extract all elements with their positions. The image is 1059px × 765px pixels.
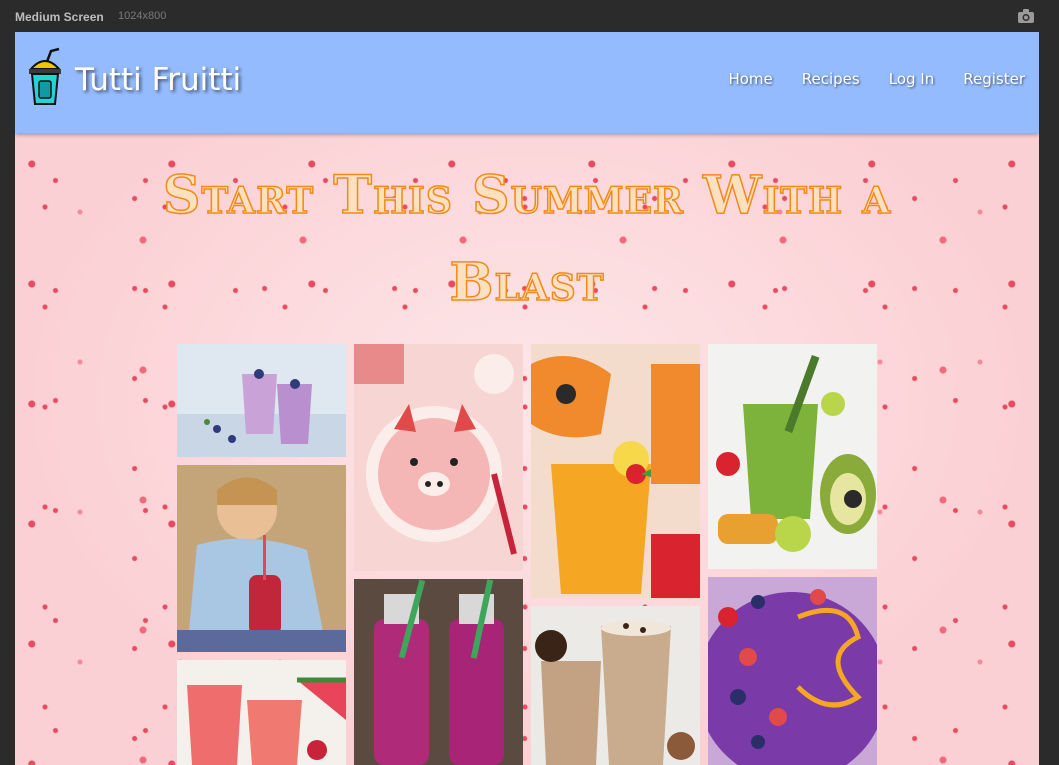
site-viewport: Tutti Fruitti Home Recipes Log In Regist… <box>15 32 1039 765</box>
nav-recipes-link[interactable]: Recipes <box>802 70 860 88</box>
gallery-image-watermelon-smoothie[interactable] <box>177 660 346 765</box>
gallery-image-green-smoothie[interactable] <box>708 344 877 569</box>
gallery-image-coffee-smoothie[interactable] <box>531 606 700 765</box>
nav-login-link[interactable]: Log In <box>889 70 935 88</box>
smoothie-cup-icon[interactable] <box>27 47 63 107</box>
nav-register-link[interactable]: Register <box>963 70 1025 88</box>
screen-size-label: Medium Screen <box>15 10 104 24</box>
site-navbar: Tutti Fruitti Home Recipes Log In Regist… <box>15 32 1039 133</box>
gallery-image-berry-bottles[interactable] <box>354 579 523 765</box>
main-navigation: Home Recipes Log In Register <box>728 70 1025 88</box>
nav-home-link[interactable]: Home <box>728 70 772 88</box>
hero-heading-line1: Start This Summer With a <box>162 164 892 227</box>
brand-name[interactable]: Tutti Fruitti <box>75 62 241 98</box>
camera-icon[interactable] <box>1017 8 1035 24</box>
strawberry-background <box>15 32 1039 765</box>
gallery-image-mango-papaya-smoothie[interactable] <box>531 344 700 598</box>
hero-heading: Start This Summer With a Blast <box>15 152 1039 326</box>
gallery-image-child-drinking[interactable] <box>177 465 346 652</box>
preview-toolbar: Medium Screen 1024x800 <box>0 0 1059 32</box>
gallery-image-pig-smoothie-bowl[interactable] <box>354 344 523 571</box>
screen-dimensions: 1024x800 <box>118 10 167 22</box>
hero-heading-line2: Blast <box>449 251 605 314</box>
gallery-image-blueberry-smoothie[interactable] <box>177 344 346 457</box>
gallery-image-acai-bowl[interactable] <box>708 577 877 765</box>
